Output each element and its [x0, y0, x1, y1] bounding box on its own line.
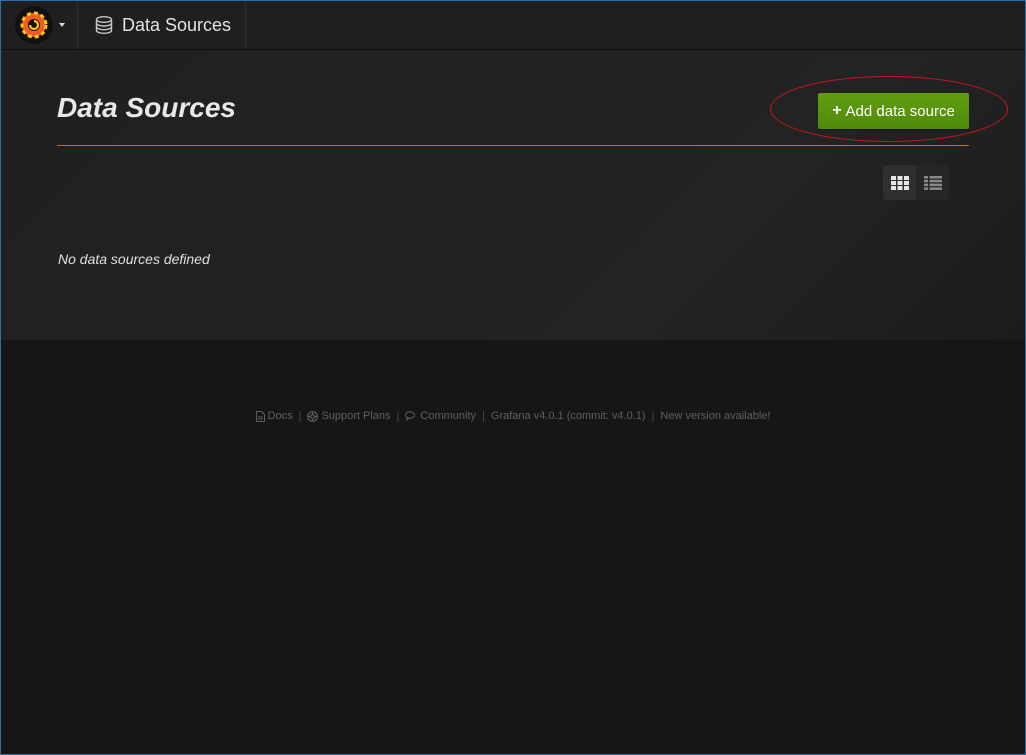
page-title: Data Sources: [57, 92, 236, 123]
footer-separator: |: [396, 410, 400, 422]
grafana-menu-button[interactable]: [1, 1, 78, 49]
support-icon: [307, 410, 319, 422]
community-label: Community: [420, 410, 477, 422]
breadcrumb[interactable]: Data Sources: [78, 1, 247, 49]
footer-separator: |: [482, 410, 485, 422]
chevron-down-icon: [59, 23, 65, 27]
database-icon: [94, 15, 114, 35]
list-view-button[interactable]: [916, 165, 949, 200]
nav-section-title: Data Sources: [122, 14, 232, 35]
footer-separator: |: [651, 410, 655, 422]
grafana-logo-icon: [15, 6, 53, 44]
docs-label: Docs: [267, 410, 293, 422]
empty-state-message: No data sources defined: [58, 251, 210, 267]
page-container: Data Sources + Add data source No data s…: [1, 50, 1025, 340]
version-text: Grafana v4.0.1 (commit: v4.0.1): [490, 410, 646, 422]
plus-icon: +: [832, 102, 842, 119]
community-link[interactable]: Community: [405, 410, 476, 422]
file-icon: [255, 410, 265, 422]
add-data-source-button[interactable]: + Add data source: [818, 93, 969, 129]
view-toggle: [883, 165, 949, 200]
add-data-source-label: Add data source: [845, 102, 955, 120]
footer: Docs | Support Plans | Community | Grafa…: [1, 410, 1025, 425]
grid-view-button[interactable]: [883, 165, 916, 200]
list-icon: [923, 175, 942, 190]
grid-icon: [890, 175, 909, 190]
docs-link[interactable]: Docs: [255, 410, 293, 422]
support-plans-label: Support Plans: [321, 410, 391, 422]
comments-icon: [405, 411, 417, 421]
footer-separator: |: [298, 410, 302, 422]
top-navbar: Data Sources: [1, 1, 1025, 50]
page-header: Data Sources + Add data source: [57, 80, 969, 146]
new-version-link[interactable]: New version available!: [660, 410, 770, 422]
support-plans-link[interactable]: Support Plans: [307, 410, 391, 422]
